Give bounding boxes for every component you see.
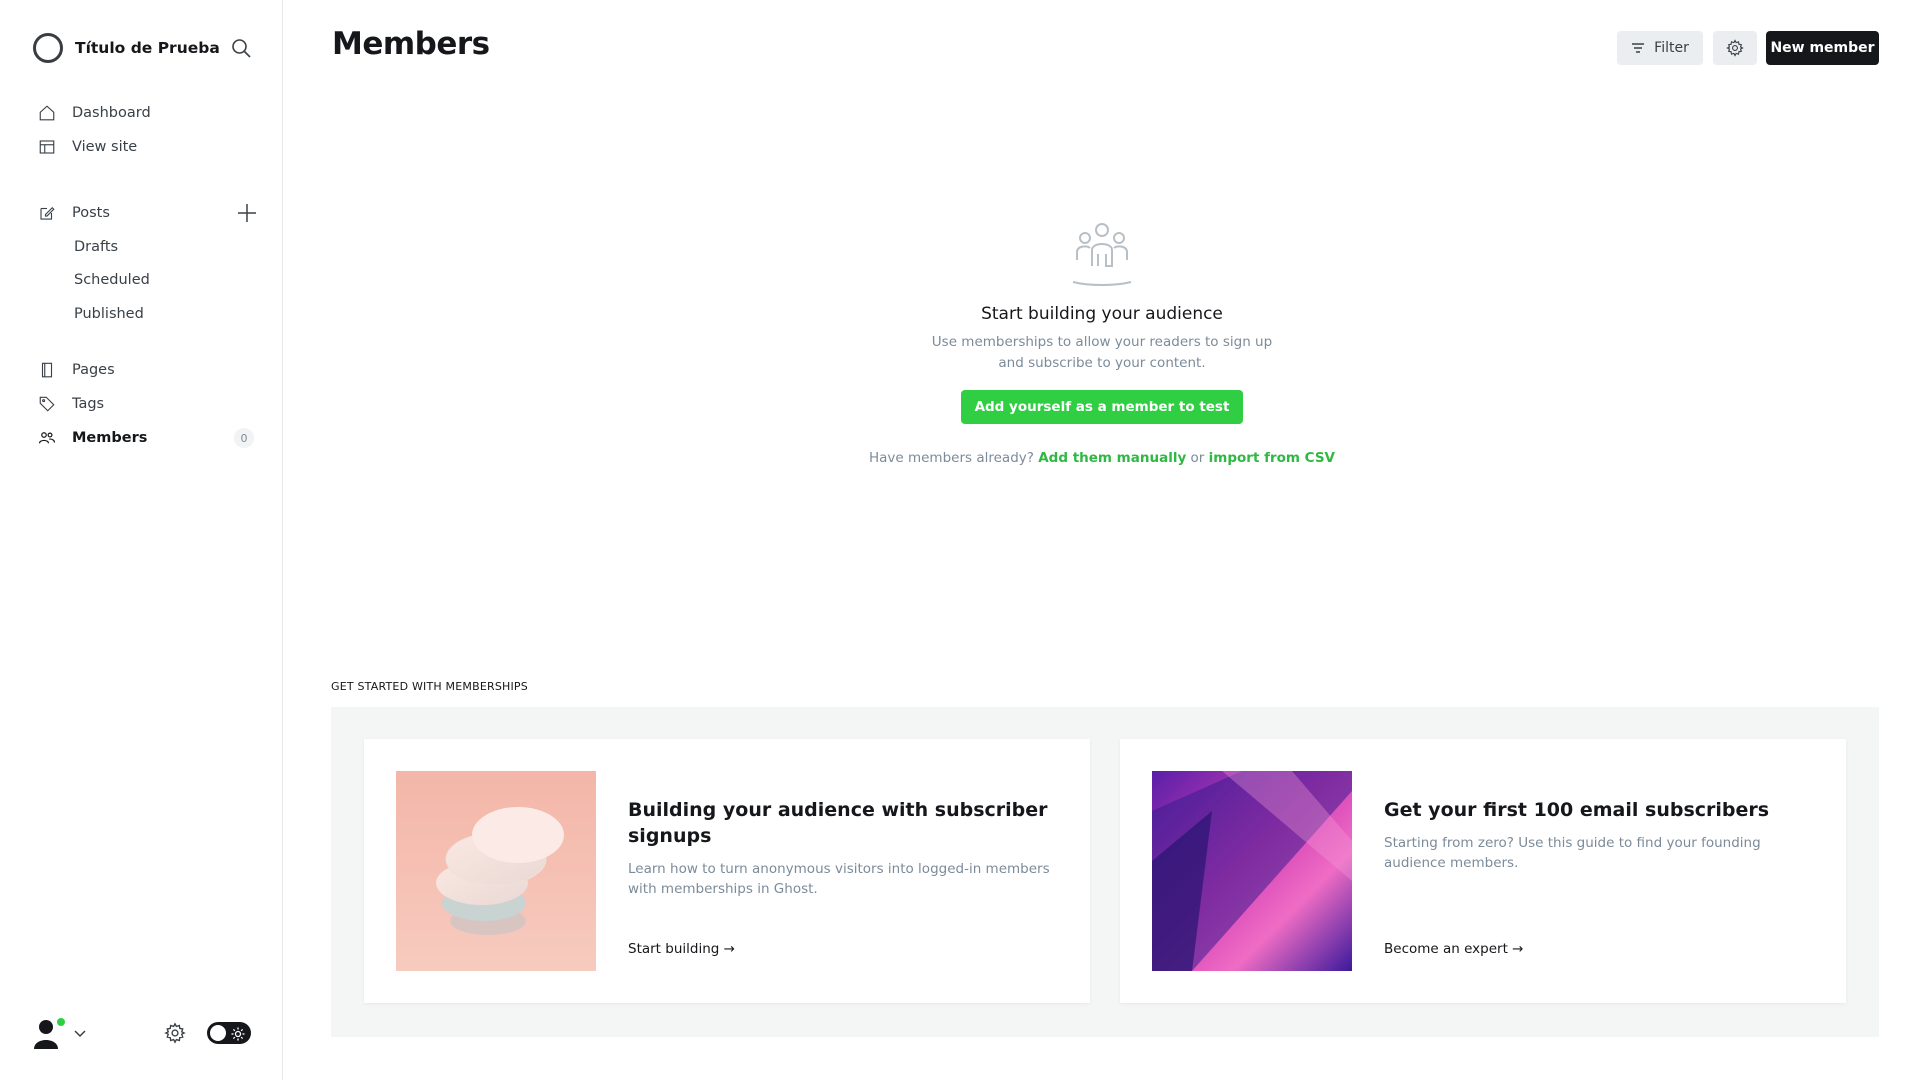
dark-mode-toggle[interactable]: [207, 1022, 251, 1044]
guide-card[interactable]: Get your first 100 email subscribers Sta…: [1120, 739, 1846, 1003]
main-content: Members Filter New member Start building…: [284, 0, 1920, 1080]
new-post-plus-icon[interactable]: [236, 202, 258, 224]
guide-card-title: Building your audience with subscriber s…: [628, 799, 1048, 847]
members-icon: [37, 428, 57, 448]
empty-state: Start building your audience Use members…: [284, 220, 1920, 466]
get-started-panel: Building your audience with subscriber s…: [331, 707, 1879, 1037]
nav-pages[interactable]: Pages: [28, 355, 258, 385]
site-logo: [33, 33, 63, 63]
sidebar: Título de Prueba Dashboard View site Pos…: [0, 0, 283, 1080]
site-brand[interactable]: Título de Prueba: [33, 33, 220, 63]
import-csv-link[interactable]: import from CSV: [1209, 450, 1335, 466]
nav-label: Members: [72, 430, 148, 446]
audience-icon: [1069, 220, 1135, 286]
empty-state-title: Start building your audience: [981, 304, 1223, 324]
nav-label: Posts: [72, 205, 110, 221]
online-status-dot: [56, 1017, 66, 1027]
guide-thumbnail: [1152, 771, 1352, 971]
nav-scheduled[interactable]: Scheduled: [28, 265, 258, 295]
nav-published[interactable]: Published: [28, 299, 258, 329]
guide-card-description: Learn how to turn anonymous visitors int…: [628, 861, 1050, 897]
nav-drafts[interactable]: Drafts: [28, 232, 258, 262]
nav-posts[interactable]: Posts: [28, 198, 258, 228]
import-prompt-text: Have members already?: [868, 450, 1034, 466]
guide-card-link[interactable]: Become an expert →: [1384, 941, 1524, 957]
toggle-knob: [210, 1025, 226, 1041]
nav-label: Tags: [72, 396, 105, 412]
tag-icon: [37, 394, 57, 414]
settings-gear-icon[interactable]: [164, 1022, 186, 1044]
nav-members[interactable]: Members 0: [28, 423, 258, 453]
home-icon: [37, 103, 57, 123]
chevron-down-icon[interactable]: [73, 1025, 87, 1039]
or-text: or: [1190, 450, 1205, 466]
nav-label: Dashboard: [72, 105, 151, 121]
user-avatar[interactable]: [33, 1017, 66, 1049]
nav-view-site[interactable]: View site: [28, 132, 258, 162]
gear-icon: [1726, 39, 1744, 57]
empty-state-description: Use memberships to allow your readers to…: [931, 334, 1273, 371]
get-started-label: GET STARTED WITH MEMBERSHIPS: [331, 680, 528, 693]
filter-button[interactable]: Filter: [1617, 31, 1703, 65]
nav-label: Drafts: [74, 239, 119, 255]
page-title: Members: [332, 26, 490, 62]
guide-card[interactable]: Building your audience with subscriber s…: [364, 739, 1090, 1003]
guide-card-description: Starting from zero? Use this guide to fi…: [1384, 835, 1761, 871]
filter-icon: [1632, 43, 1645, 53]
import-prompt: Have members already? Add them manually …: [284, 450, 1920, 466]
nav-tags[interactable]: Tags: [28, 389, 258, 419]
site-title: Título de Prueba: [75, 39, 220, 57]
nav-label: Pages: [72, 362, 115, 378]
nav-label: Scheduled: [74, 272, 150, 288]
sidebar-footer: [33, 1012, 253, 1052]
search-icon[interactable]: [229, 36, 253, 60]
guide-card-link[interactable]: Start building →: [628, 941, 735, 957]
nav-dashboard[interactable]: Dashboard: [28, 98, 258, 128]
guide-thumbnail: [396, 771, 596, 971]
guide-card-title: Get your first 100 email subscribers: [1384, 799, 1770, 821]
layout-icon: [37, 137, 57, 157]
sun-icon: [231, 1026, 245, 1041]
filter-label: Filter: [1654, 40, 1689, 56]
edit-icon: [37, 203, 57, 223]
add-manually-link[interactable]: Add them manually: [1038, 450, 1186, 466]
add-yourself-button[interactable]: Add yourself as a member to test: [960, 390, 1244, 424]
members-count-badge: 0: [234, 428, 254, 448]
new-member-button[interactable]: New member: [1766, 31, 1879, 65]
members-settings-button[interactable]: [1713, 31, 1757, 65]
nav-label: View site: [72, 139, 138, 155]
pages-icon: [37, 360, 57, 380]
nav-label: Published: [74, 306, 144, 322]
